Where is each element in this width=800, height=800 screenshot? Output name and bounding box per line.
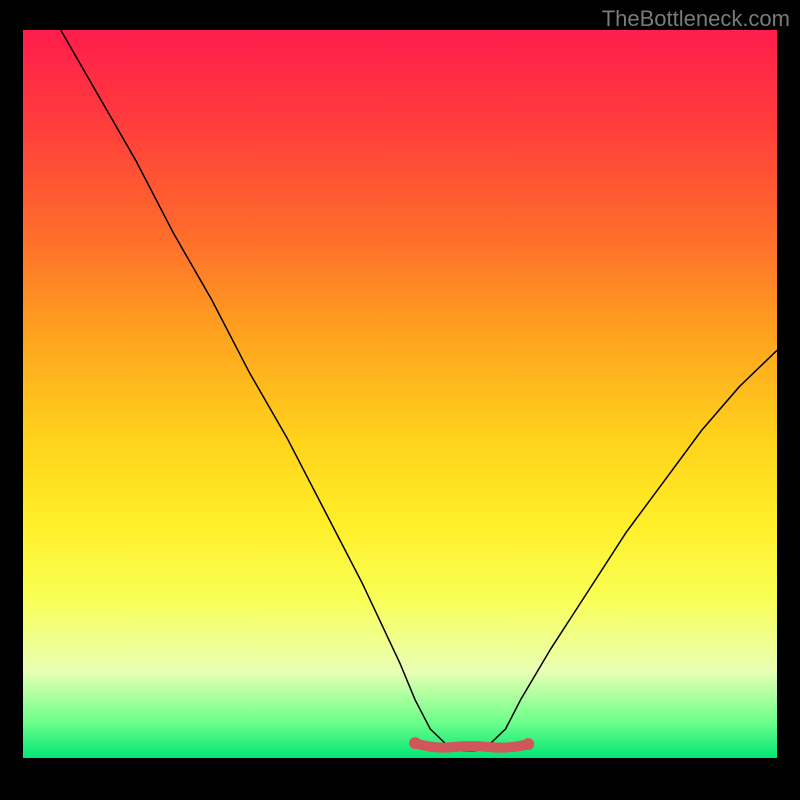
optimal-range-highlight: [415, 743, 528, 748]
bottleneck-curve-line: [61, 30, 777, 751]
optimal-range-start-dot: [409, 737, 421, 749]
chart-svg: [23, 30, 777, 758]
chart-plot-area: [23, 30, 777, 758]
optimal-range-end-dot: [522, 738, 534, 750]
watermark-label: TheBottleneck.com: [602, 6, 790, 32]
